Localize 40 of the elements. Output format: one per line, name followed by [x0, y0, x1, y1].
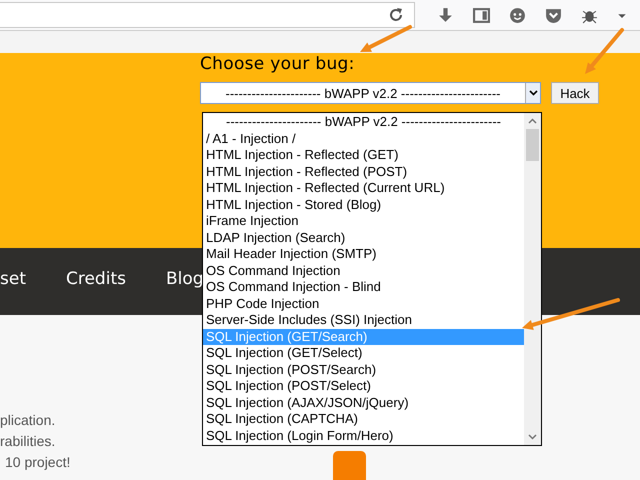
- reload-icon[interactable]: [388, 7, 404, 23]
- dropdown-option[interactable]: SQL Injection (AJAX/JSON/jQuery): [203, 394, 524, 411]
- window-icon[interactable]: [473, 6, 490, 24]
- nav-link[interactable]: Blog: [166, 268, 204, 288]
- dropdown-option[interactable]: Server-Side Includes (SSI) Injection: [203, 312, 524, 328]
- scroll-down-icon[interactable]: [528, 434, 537, 440]
- scroll-thumb[interactable]: [526, 129, 539, 161]
- nav-link[interactable]: set: [0, 268, 26, 288]
- header-title: Choose your bug:: [200, 53, 356, 76]
- dropdown-option[interactable]: SQL Injection (POST/Select): [203, 378, 524, 394]
- caret-icon: [528, 90, 538, 96]
- dropdown-option[interactable]: SQL Injection (Login Form/Hero): [203, 428, 524, 444]
- scroll-up-icon[interactable]: [528, 118, 537, 124]
- dropdown-option[interactable]: SQL Injection (CAPTCHA): [203, 411, 524, 428]
- dropdown-option[interactable]: HTML Injection - Reflected (GET): [203, 147, 524, 164]
- dropdown-option[interactable]: ---------------------- bWAPP v2.2 -----------------------: [203, 114, 524, 130]
- intro-text: 10 project!: [4, 454, 70, 470]
- bug-select[interactable]: ---------------------- bWAPP v2.2 -----------------------: [200, 82, 541, 104]
- pocket-icon[interactable]: [545, 6, 562, 24]
- dropdown-option[interactable]: LDAP Injection (Search): [203, 230, 524, 246]
- dropdown-option[interactable]: / A1 - Injection /: [203, 130, 524, 147]
- hack-button[interactable]: Hack: [551, 82, 599, 104]
- dropdown-option[interactable]: OS Command Injection: [203, 262, 524, 279]
- smiley-icon[interactable]: [509, 6, 526, 24]
- dropdown-option[interactable]: HTML Injection - Stored (Blog): [203, 196, 524, 213]
- dropdown-option[interactable]: HTML Injection - Reflected (POST): [203, 164, 524, 180]
- intro-text: rabilities.: [0, 433, 56, 449]
- intro-text: plication.: [0, 412, 56, 428]
- dropdown-option[interactable]: SQL Injection (GET/Select): [203, 345, 524, 362]
- nav-link[interactable]: Credits: [66, 268, 126, 288]
- dropdown-option[interactable]: iFrame Injection: [203, 213, 524, 230]
- dropdown-option[interactable]: OS Command Injection - Blind: [203, 279, 524, 296]
- dropdown-option[interactable]: HTML Injection - Reflected (Current URL): [203, 180, 524, 196]
- dropdown-option[interactable]: PHP Code Injection: [203, 296, 524, 312]
- dropdown-option[interactable]: SQL Injection (POST/Search): [203, 362, 524, 378]
- scrollbar[interactable]: [524, 113, 541, 445]
- arrow-drawing: [585, 28, 624, 74]
- dropdown-option[interactable]: Mail Header Injection (SMTP): [203, 246, 524, 262]
- download-icon[interactable]: [437, 6, 454, 24]
- arrow-drawing: [360, 25, 412, 52]
